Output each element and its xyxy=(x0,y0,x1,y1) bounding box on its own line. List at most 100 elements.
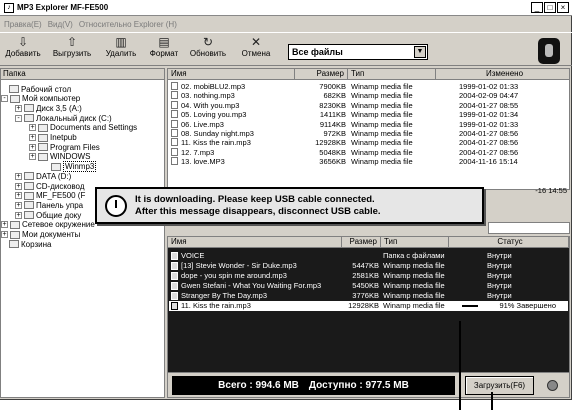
expand-icon[interactable]: + xyxy=(29,124,36,132)
col-name[interactable]: Имя xyxy=(168,69,295,80)
transfer-row[interactable]: Gwen Stefani - What You Waiting For.mp3 5… xyxy=(169,281,568,291)
tree-node[interactable]: Корзина xyxy=(9,239,51,249)
collapse-icon[interactable]: - xyxy=(15,114,22,122)
file-modified: 1999-01-02 01:34 xyxy=(459,110,519,120)
footer-bar: Всего : 994.6 MB Доступно : 977.5 MB Заг… xyxy=(168,372,569,397)
file-row[interactable]: 08. Sunday night.mp3 972KB Winamp media fi… xyxy=(168,129,569,138)
col-type[interactable]: Тип xyxy=(348,69,436,80)
tree-node[interactable]: + CD-дисковод xyxy=(15,181,85,191)
tree-node[interactable]: + Documents and Settings xyxy=(29,123,137,133)
close-button[interactable]: × xyxy=(557,2,569,13)
file-row[interactable]: 13. love.MP3 3656KB Winamp media file 2004-… xyxy=(168,157,569,166)
notice-line-2: After this message disappears, disconnec… xyxy=(135,205,381,217)
file-icon xyxy=(171,91,178,100)
transfer-row[interactable]: dope - you spin me around.mp3 2581KB Winam… xyxy=(169,271,568,281)
notice-line-1: It is downloading. Please keep USB cable… xyxy=(135,193,375,205)
transfer-size: 2581KB xyxy=(352,271,379,280)
tcol-status[interactable]: Статус xyxy=(449,237,569,248)
export-icon: ⇧ xyxy=(66,35,78,49)
expand-icon[interactable]: + xyxy=(15,192,22,200)
file-icon xyxy=(171,129,178,137)
file-list-overflow: -16 14:55 xyxy=(488,186,570,234)
tree-node[interactable]: - Локальный диск (C:) xyxy=(15,113,112,123)
export-button[interactable]: ⇧ Выгрузить xyxy=(50,35,94,58)
tree-node[interactable]: + Панель упра xyxy=(15,200,83,210)
file-row[interactable]: 06. Live.mp3 9114KB Winamp media file 1999-… xyxy=(168,119,569,129)
upload-button[interactable]: Загрузить(F6) xyxy=(465,376,534,395)
folder-icon xyxy=(9,240,19,249)
window-title: MP3 Explorer MF-FE500 xyxy=(17,3,109,12)
menu-edit[interactable]: Правка(E) xyxy=(4,20,42,29)
menu-view[interactable]: Вид(V) xyxy=(48,20,73,29)
tree-node[interactable]: Рабочий стол xyxy=(9,84,71,94)
folder-icon xyxy=(24,211,34,220)
add-button[interactable]: ⇩ Добавить xyxy=(4,35,42,58)
app-icon: ♪ xyxy=(4,2,14,13)
chevron-down-icon[interactable]: ▼ xyxy=(414,46,426,58)
col-size[interactable]: Размер xyxy=(295,69,348,80)
file-row[interactable]: 12. 7.mp3 5048KB Winamp media file 2004-01-… xyxy=(168,147,569,157)
collapse-icon[interactable]: - xyxy=(1,95,8,103)
file-filter-select[interactable]: Все файлы ▼ xyxy=(288,44,428,60)
file-name: 12. 7.mp3 xyxy=(181,147,215,157)
folder-icon xyxy=(38,152,48,161)
tree-node[interactable]: + Общие доку xyxy=(15,210,81,220)
transfer-row[interactable]: [13] Stevie Wonder - Sir Duke.mp3 5447KB W… xyxy=(169,261,568,271)
transfer-status: Внутри xyxy=(487,271,512,280)
file-icon xyxy=(171,100,178,109)
tcol-name[interactable]: Имя xyxy=(168,237,342,248)
expand-icon[interactable]: + xyxy=(15,201,22,209)
cancel-button[interactable]: ✕ Отмена xyxy=(238,35,274,58)
expand-icon[interactable]: + xyxy=(29,134,36,141)
folder-icon xyxy=(24,191,34,200)
expand-icon[interactable]: + xyxy=(1,231,8,238)
tree-node[interactable]: + Мои документы xyxy=(1,230,80,240)
folder-icon xyxy=(38,143,48,152)
expand-icon[interactable]: + xyxy=(15,211,22,219)
refresh-button[interactable]: ↻ Обновить xyxy=(188,35,228,58)
format-button[interactable]: ▤ Формат xyxy=(148,35,180,58)
menu-bar: Правка(E) Вид(V) Относительно Explorer (… xyxy=(0,17,572,31)
transfer-row[interactable]: Stranger By The Day.mp3 3776KB Winamp medi… xyxy=(169,291,568,301)
download-notice: It is downloading. Please keep USB cable… xyxy=(95,187,484,224)
file-modified: 2004-01-27 08:56 xyxy=(459,129,519,138)
expand-icon[interactable]: + xyxy=(15,182,22,190)
file-size: 9114KB xyxy=(319,119,346,129)
tree-node[interactable]: + DATA (D:) xyxy=(15,171,71,181)
expand-icon[interactable]: + xyxy=(15,104,22,112)
file-row[interactable]: 03. nothing.mp3 682KB Winamp media file 200… xyxy=(168,91,569,100)
tree-node[interactable]: + Inetpub xyxy=(29,133,77,143)
tree-node[interactable]: + Program Files xyxy=(29,142,100,152)
file-icon xyxy=(171,302,178,310)
maximize-button[interactable]: □ xyxy=(544,2,556,13)
transfer-row[interactable]: VOICE Папка с файлами Внутри xyxy=(169,251,568,261)
minimize-button[interactable]: _ xyxy=(531,2,543,13)
tree-node[interactable]: + Сетевое окружение xyxy=(1,220,95,230)
tree-node[interactable]: Winmp3 xyxy=(51,161,97,173)
file-row[interactable]: 11. Kiss the rain.mp3 12928KB Winamp media… xyxy=(168,138,569,147)
expand-icon[interactable]: + xyxy=(29,153,36,161)
expand-icon[interactable]: + xyxy=(1,221,8,229)
file-row[interactable]: 05. Loving you.mp3 1411KB Winamp media fil… xyxy=(168,110,569,120)
tree-node[interactable]: + Диск 3,5 (A:) xyxy=(15,103,82,113)
expand-icon[interactable]: + xyxy=(29,143,36,151)
menu-about[interactable]: Относительно Explorer (H) xyxy=(79,20,177,29)
tree-node[interactable]: - Мой компьютер xyxy=(1,94,80,104)
delete-button[interactable]: ▥ Удалить xyxy=(102,35,140,58)
col-modified[interactable]: Изменено xyxy=(436,69,569,80)
file-icon xyxy=(171,119,178,128)
tcol-size[interactable]: Размер xyxy=(342,237,381,248)
tree-node-label: Локальный диск (C:) xyxy=(36,113,112,123)
transfer-type: Winamp media file xyxy=(383,291,445,300)
file-name: 05. Loving you.mp3 xyxy=(181,110,247,120)
path-field[interactable] xyxy=(488,222,570,234)
transfer-row[interactable]: 11. Kiss the rain.mp3 12928KB Winamp media… xyxy=(169,301,568,311)
tcol-type[interactable]: Тип xyxy=(381,237,449,248)
tree-node[interactable]: + MF_FE500 (F xyxy=(15,191,85,201)
expand-icon[interactable]: + xyxy=(15,172,22,180)
title-bar[interactable]: ♪ MP3 Explorer MF-FE500 _ □ × xyxy=(0,0,572,16)
folder-icon xyxy=(24,104,34,113)
folder-icon xyxy=(51,162,61,171)
file-row[interactable]: 04. With you.mp3 8230KB Winamp media file 2… xyxy=(168,100,569,110)
file-row[interactable]: 02. mobiBLU2.mp3 7900KB Winamp media file 1… xyxy=(168,82,569,91)
